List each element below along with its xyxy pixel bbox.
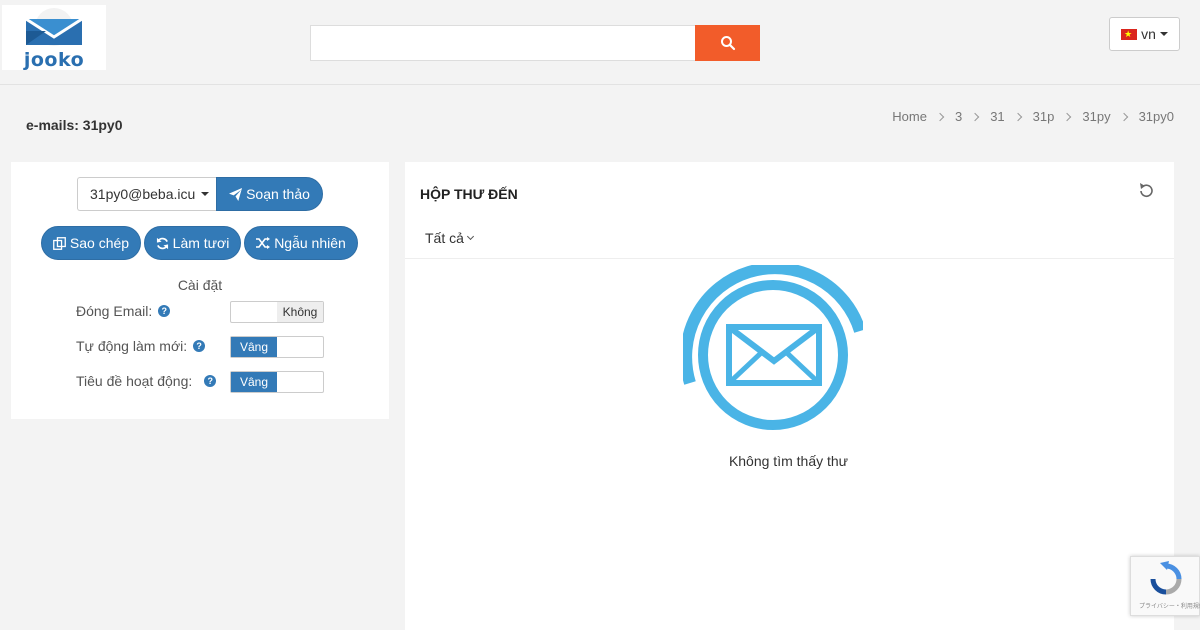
- email-address: 31py0@beba.icu: [90, 186, 196, 202]
- chevron-down-icon: [466, 232, 474, 241]
- paper-plane-icon: [229, 187, 243, 201]
- logo[interactable]: jooko: [2, 5, 106, 71]
- help-icon[interactable]: ?: [204, 375, 217, 387]
- recaptcha-terms[interactable]: プライバシー・利用規約: [1139, 601, 1200, 610]
- breadcrumb-item[interactable]: 31py: [1082, 109, 1110, 124]
- breadcrumb-item[interactable]: 31: [990, 109, 1004, 124]
- search-button[interactable]: [695, 25, 760, 61]
- recaptcha-icon: [1150, 561, 1182, 595]
- caret-down-icon: [201, 192, 209, 196]
- empty-inbox-text: Không tìm thấy thư: [728, 453, 849, 469]
- setting-close-email-label: Đóng Email: ?: [76, 303, 171, 319]
- active-title-toggle[interactable]: Vâng: [230, 371, 324, 393]
- chevron-right-icon: [935, 112, 945, 121]
- breadcrumb-item[interactable]: Home: [892, 109, 927, 124]
- chevron-right-icon: [1063, 112, 1072, 121]
- inbox-panel: HỘP THƯ ĐẾN Tất cả Không tìm thấy thư: [405, 162, 1174, 630]
- filter-label: Tất cả: [425, 230, 464, 246]
- header: jooko ★ vn: [0, 0, 1200, 85]
- caret-down-icon: [1159, 32, 1168, 36]
- breadcrumb-item-current[interactable]: 31py0: [1139, 109, 1174, 124]
- inbox-title: HỘP THƯ ĐẾN: [420, 186, 518, 202]
- toggle-state: Vâng: [231, 337, 277, 357]
- inbox-filter-dropdown[interactable]: Tất cả: [425, 230, 474, 246]
- shuffle-icon: [256, 237, 271, 249]
- language-dropdown[interactable]: ★ vn: [1109, 17, 1180, 51]
- refresh-button[interactable]: Làm tươi: [144, 226, 241, 260]
- toggle-state: Không: [277, 302, 323, 322]
- setting-active-title-label: Tiêu đề hoạt động: ?: [76, 373, 217, 389]
- search-input[interactable]: [310, 25, 696, 61]
- chevron-right-icon: [970, 112, 980, 121]
- breadcrumb-item[interactable]: 3: [955, 109, 962, 124]
- refresh-label: Làm tươi: [172, 235, 230, 251]
- chevron-right-icon: [1119, 112, 1128, 121]
- language-label: vn: [1141, 26, 1156, 42]
- toggle-empty: [231, 302, 277, 322]
- chevron-right-icon: [1013, 112, 1022, 121]
- reload-icon[interactable]: [1137, 182, 1155, 200]
- breadcrumb-item[interactable]: 31p: [1033, 109, 1055, 124]
- copy-label: Sao chép: [69, 235, 130, 251]
- settings-title: Cài đặt: [177, 277, 223, 293]
- setting-auto-refresh-label: Tự động làm mới: ?: [76, 338, 206, 354]
- setting-label-text: Đóng Email:: [76, 303, 153, 319]
- refresh-icon: [156, 237, 168, 249]
- empty-mailbox-icon: [683, 265, 863, 430]
- divider: [405, 258, 1174, 259]
- search-icon: [720, 36, 735, 51]
- close-email-toggle[interactable]: Không: [230, 301, 324, 323]
- help-icon[interactable]: ?: [193, 340, 206, 352]
- logo-text: jooko: [23, 49, 85, 71]
- copy-icon: [52, 236, 66, 250]
- email-address-dropdown[interactable]: 31py0@beba.icu: [77, 177, 216, 211]
- empty-inbox-message: Không tìm thấy thư: [405, 453, 1174, 469]
- compose-label: Soạn thảo: [246, 186, 310, 202]
- vietnam-flag-icon: ★: [1121, 28, 1138, 40]
- compose-button[interactable]: Soạn thảo: [216, 177, 323, 211]
- random-button[interactable]: Ngẫu nhiên: [244, 226, 358, 260]
- auto-refresh-toggle[interactable]: Vâng: [230, 336, 324, 358]
- toggle-empty: [277, 372, 323, 392]
- setting-label-text: Tự động làm mới:: [76, 338, 188, 354]
- toggle-state: Vâng: [231, 372, 277, 392]
- copy-button[interactable]: Sao chép: [41, 226, 141, 260]
- page-title: e-mails: 31py0: [26, 117, 123, 133]
- email-controls-panel: 31py0@beba.icu Soạn thảo Sao chép Làm tư…: [11, 162, 389, 419]
- logo-envelope-icon: [25, 8, 83, 46]
- help-icon[interactable]: ?: [158, 305, 171, 317]
- breadcrumb: Home 3 31 31p 31py 31py0: [892, 109, 1174, 124]
- recaptcha-badge[interactable]: プライバシー・利用規約: [1130, 556, 1200, 616]
- toggle-empty: [277, 337, 323, 357]
- random-label: Ngẫu nhiên: [274, 235, 346, 251]
- setting-label-text: Tiêu đề hoạt động:: [76, 373, 193, 389]
